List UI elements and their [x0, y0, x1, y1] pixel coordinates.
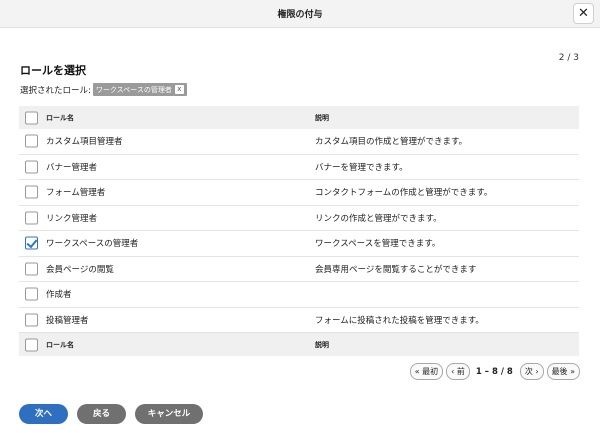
table-body: カスタム項目管理者 カスタム項目の作成と管理ができます。バナー管理者 バナーを管理で…	[19, 129, 579, 333]
table-row[interactable]: 作成者	[19, 282, 579, 308]
dialog-actions: 次へ 戻る キャンセル	[19, 404, 212, 424]
table-row[interactable]: リンク管理者 リンクの作成と管理ができます。	[19, 206, 579, 231]
select-all-checkbox[interactable]	[25, 111, 38, 124]
close-icon: ✕	[578, 6, 589, 21]
pagination: « 最初 ‹ 前 1 – 8 / 8 次 › 最後 »	[407, 363, 580, 380]
row-checkbox[interactable]	[25, 134, 38, 148]
row-checkbox[interactable]	[25, 262, 38, 276]
role-description: カスタム項目の作成と管理ができます。	[315, 137, 468, 148]
column-footer-description: 説明	[315, 340, 329, 349]
prev-page-button[interactable]: ‹ 前	[446, 363, 470, 380]
role-name: リンク管理者	[46, 213, 98, 224]
row-checkbox[interactable]	[25, 160, 38, 174]
row-checkbox[interactable]	[25, 313, 38, 327]
role-name: カスタム項目管理者	[46, 137, 123, 148]
table-header-row: ロール名 説明	[19, 106, 579, 129]
table-row[interactable]: ワークスペースの管理者 ワークスペースを管理できます。	[19, 231, 579, 257]
next-page-button[interactable]: 次 ›	[519, 363, 544, 380]
column-header-name[interactable]: ロール名	[46, 113, 74, 123]
selected-roles: 選択されたロール: ワークスペースの管理者 x	[20, 83, 187, 96]
close-button[interactable]: ✕	[573, 3, 594, 24]
step-indicator: 2 / 3	[558, 53, 579, 63]
selected-roles-label: 選択されたロール:	[20, 85, 91, 96]
next-button[interactable]: 次へ	[19, 404, 68, 424]
dialog-title: 権限の付与	[277, 10, 323, 20]
row-checkbox[interactable]	[25, 287, 38, 301]
table-row[interactable]: 投稿管理者 フォームに投稿された投稿を管理できます。	[19, 308, 579, 333]
remove-tag-button[interactable]: x	[174, 85, 184, 94]
last-page-button[interactable]: 最後 »	[546, 363, 580, 380]
column-header-description: 説明	[315, 113, 329, 122]
row-checkbox[interactable]	[25, 185, 38, 199]
role-name: フォーム管理者	[46, 188, 106, 199]
role-name: 投稿管理者	[46, 315, 89, 326]
role-description: フォームに投稿された投稿を管理できます。	[315, 315, 484, 326]
role-name: 作成者	[46, 290, 72, 301]
role-description: ワークスペースを管理できます。	[315, 239, 441, 250]
dialog-header: 権限の付与 ✕	[0, 0, 600, 28]
selected-role-tag-label: ワークスペースの管理者	[95, 85, 172, 94]
role-name: 会員ページの閲覧	[46, 264, 114, 275]
page-info: 1 – 8 / 8	[475, 366, 513, 377]
role-description: バナーを管理できます。	[315, 162, 408, 173]
roles-table: ロール名 説明 カスタム項目管理者 カスタム項目の作成と管理ができます。バナー管理…	[19, 106, 579, 356]
section-title: ロールを選択	[20, 64, 86, 77]
cancel-button[interactable]: キャンセル	[135, 404, 203, 424]
role-name: バナー管理者	[46, 162, 98, 173]
role-description: リンクの作成と管理ができます。	[315, 213, 442, 224]
column-footer-name[interactable]: ロール名	[46, 340, 74, 350]
table-row[interactable]: フォーム管理者 コンタクトフォームの作成と管理ができます。	[19, 180, 579, 206]
selected-role-tag: ワークスペースの管理者 x	[92, 83, 187, 96]
first-page-button[interactable]: « 最初	[409, 363, 444, 380]
table-row[interactable]: 会員ページの閲覧 会員専用ページを閲覧することができます	[19, 257, 579, 282]
table-row[interactable]: バナー管理者 バナーを管理できます。	[19, 155, 579, 180]
role-description: 会員専用ページを閲覧することができます	[315, 264, 477, 275]
row-checkbox[interactable]	[25, 236, 38, 250]
table-footer-row: ロール名 説明	[19, 333, 579, 356]
role-name: ワークスペースの管理者	[46, 239, 139, 250]
row-checkbox[interactable]	[25, 211, 38, 225]
table-row[interactable]: カスタム項目管理者 カスタム項目の作成と管理ができます。	[19, 129, 579, 155]
back-button[interactable]: 戻る	[77, 404, 126, 424]
role-description: コンタクトフォームの作成と管理ができます。	[315, 188, 493, 199]
select-all-checkbox-footer[interactable]	[25, 338, 38, 351]
